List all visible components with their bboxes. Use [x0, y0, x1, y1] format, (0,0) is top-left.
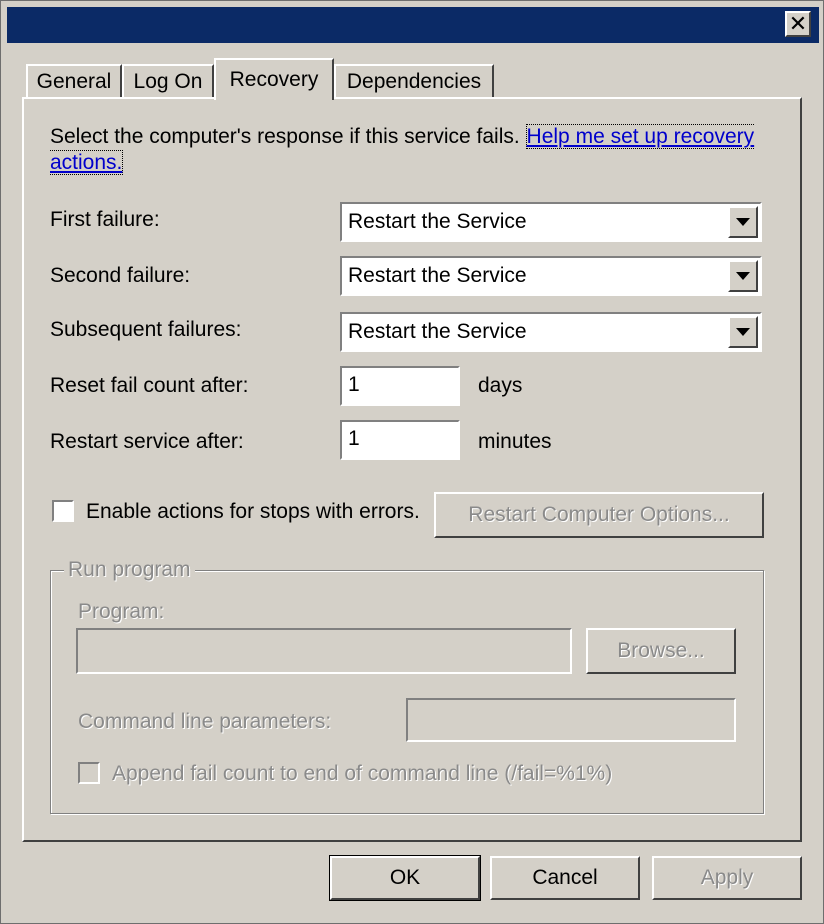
subsequent-failures-label: Subsequent failures: — [50, 318, 242, 341]
program-label: Program: — [78, 600, 165, 623]
restart-service-input[interactable]: 1 — [340, 420, 460, 460]
first-failure-label: First failure: — [50, 208, 160, 231]
second-failure-label: Second failure: — [50, 264, 191, 287]
first-failure-select[interactable]: Restart the Service — [340, 202, 762, 242]
chevron-down-icon[interactable] — [728, 316, 758, 348]
reset-fail-count-label: Reset fail count after: — [50, 374, 249, 397]
tab-log-on[interactable]: Log On — [122, 64, 214, 98]
minutes-unit-label: minutes — [478, 430, 552, 453]
restart-service-value: 1 — [348, 427, 360, 450]
tab-dependencies[interactable]: Dependencies — [334, 64, 494, 98]
command-line-params-label: Command line parameters: — [78, 710, 332, 733]
append-fail-count-checkbox[interactable] — [78, 762, 100, 784]
second-failure-select[interactable]: Restart the Service — [340, 256, 762, 296]
subsequent-failures-select[interactable]: Restart the Service — [340, 312, 762, 352]
enable-actions-label: Enable actions for stops with errors. — [86, 500, 420, 523]
intro-text: Select the computer's response if this s… — [50, 125, 526, 148]
reset-fail-count-value: 1 — [348, 373, 360, 396]
run-program-title: Run program — [64, 558, 195, 582]
browse-button[interactable]: Browse... — [586, 628, 736, 674]
restart-computer-options-button[interactable]: Restart Computer Options... — [434, 492, 764, 538]
apply-button[interactable]: Apply — [652, 856, 802, 900]
enable-actions-checkbox[interactable] — [52, 500, 74, 522]
second-failure-value: Restart the Service — [348, 264, 527, 287]
append-fail-count-label: Append fail count to end of command line… — [112, 762, 613, 785]
days-unit-label: days — [478, 374, 523, 397]
first-failure-value: Restart the Service — [348, 210, 527, 233]
reset-fail-count-input[interactable]: 1 — [340, 366, 460, 406]
tab-general[interactable]: General — [26, 64, 122, 98]
title-bar: ✕ — [7, 7, 819, 43]
program-input[interactable] — [76, 628, 572, 674]
tab-recovery[interactable]: Recovery — [214, 58, 334, 100]
restart-service-label: Restart service after: — [50, 430, 244, 453]
cancel-button[interactable]: Cancel — [490, 856, 640, 900]
subsequent-failures-value: Restart the Service — [348, 320, 527, 343]
chevron-down-icon[interactable] — [728, 260, 758, 292]
recovery-intro: Select the computer's response if this s… — [50, 124, 770, 176]
chevron-down-icon[interactable] — [728, 206, 758, 238]
command-line-params-input[interactable] — [406, 698, 736, 742]
close-icon[interactable]: ✕ — [785, 11, 811, 37]
ok-button[interactable]: OK — [329, 855, 481, 901]
